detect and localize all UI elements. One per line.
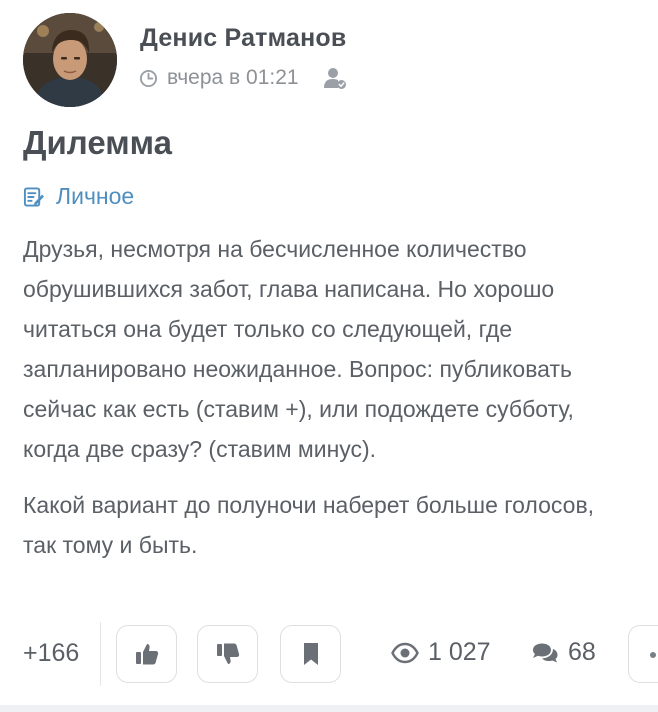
comments-icon xyxy=(533,643,558,662)
text-line: обрушившихся забот, глава написана. Но х… xyxy=(23,276,555,302)
more-icon xyxy=(650,652,656,658)
post-body: Друзья, несмотря на бесчисленное количес… xyxy=(23,229,658,581)
bottom-separator xyxy=(0,705,658,712)
avatar[interactable] xyxy=(23,13,117,107)
bookmark-button[interactable] xyxy=(280,625,341,683)
views-count: 1 027 xyxy=(428,638,491,666)
comments-link[interactable]: 68 xyxy=(531,638,596,667)
comments-count: 68 xyxy=(568,638,596,666)
paragraph: Какой вариант до полуночи наберет больше… xyxy=(23,485,658,565)
bookmark-icon xyxy=(303,643,318,665)
like-button[interactable] xyxy=(116,625,177,683)
eye-icon xyxy=(391,642,419,663)
category-label: Личное xyxy=(56,183,135,209)
thumbs-down-icon xyxy=(216,643,239,664)
text-line: читаться она будет только со следующей, … xyxy=(23,316,513,342)
post-time: вчера в 01:21 xyxy=(167,66,299,89)
author-name[interactable]: Денис Ратманов xyxy=(140,24,346,53)
clock-icon xyxy=(139,69,158,87)
user-check-icon xyxy=(323,68,346,89)
text-line: Какой вариант до полуночи наберет больше… xyxy=(23,492,595,518)
divider xyxy=(100,622,101,686)
text-line: запланировано неожиданное. Вопрос: публи… xyxy=(23,356,572,382)
more-button[interactable] xyxy=(628,625,658,683)
text-line: Друзья, несмотря на бесчисленное количес… xyxy=(23,236,527,262)
text-line: когда две сразу? (ставим минус). xyxy=(23,436,377,462)
post-category[interactable]: Личное xyxy=(23,183,134,210)
paragraph: Друзья, несмотря на бесчисленное количес… xyxy=(23,229,658,469)
edit-note-icon xyxy=(23,186,44,207)
post-meta: вчера в 01:21 xyxy=(139,66,347,90)
text-line: сейчас как есть (ставим +), или подождет… xyxy=(23,396,574,422)
rating-value: +166 xyxy=(23,639,80,667)
thumbs-up-icon xyxy=(135,644,158,665)
dislike-button[interactable] xyxy=(197,625,258,683)
action-bar: +166 1 027 68 xyxy=(0,622,658,688)
post-card: Денис Ратманов вчера в 01:21 Дилемма Лич… xyxy=(0,0,658,712)
post-title[interactable]: Дилемма xyxy=(23,124,172,162)
views-counter: 1 027 xyxy=(391,638,491,667)
text-line: так тому и быть. xyxy=(23,532,198,558)
